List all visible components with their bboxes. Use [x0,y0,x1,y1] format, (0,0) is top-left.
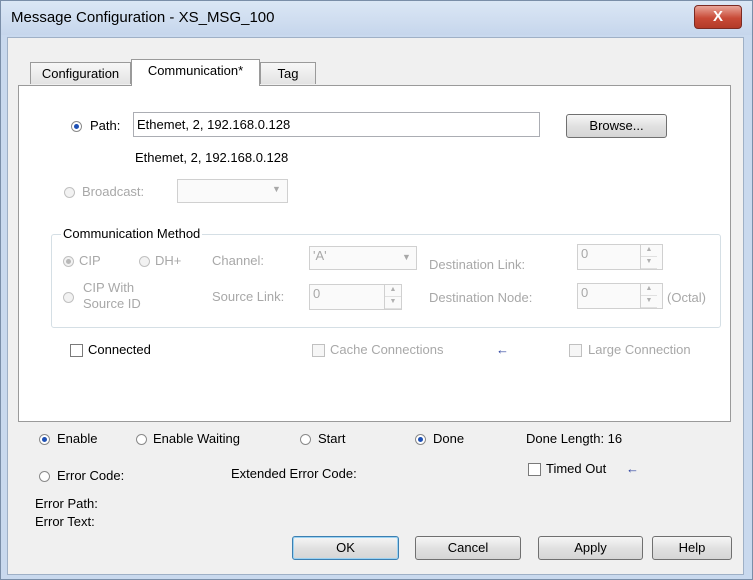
channel-select[interactable]: 'A' [309,246,417,270]
spin-down-icon[interactable]: ▼ [641,257,657,269]
cip-label: CIP [79,253,101,268]
path-input[interactable]: Ethemet, 2, 192.168.0.128 [133,112,540,137]
done-length-text: Done Length: 16 [526,431,623,446]
connected-checkbox[interactable] [70,344,83,357]
spin-down-icon[interactable]: ▼ [385,297,401,309]
tab-communication-label: Communication* [147,63,244,78]
ok-button[interactable]: OK [292,536,399,560]
cancel-button[interactable]: Cancel [415,536,521,560]
cache-connections-label: Cache Connections [330,342,444,357]
communication-method-label: Communication Method [61,226,203,241]
close-button[interactable]: X [694,5,742,29]
broadcast-label: Broadcast: [82,184,145,199]
channel-dropdown-arrow-icon: ▼ [402,252,411,262]
browse-button[interactable]: Browse... [566,114,667,138]
large-connection-label: Large Connection [588,342,691,357]
timed-out-checkbox [528,463,541,476]
destination-node-spinner[interactable]: ▲ ▼ [640,284,657,308]
error-code-status-radio [39,471,50,482]
source-link-label: Source Link: [212,289,285,304]
timed-out-label: Timed Out [546,461,607,476]
dhplus-radio[interactable] [139,256,150,267]
destination-link-label: Destination Link: [429,257,526,272]
destination-link-spinner[interactable]: ▲ ▼ [640,245,657,269]
window-title: Message Configuration - XS_MSG_100 [11,9,275,26]
broadcast-dropdown-arrow-icon: ▼ [272,184,281,194]
close-icon: X [712,8,723,25]
timed-out-arrow-left-icon: ← [626,461,639,476]
path-radio[interactable] [71,121,82,132]
start-label: Start [318,431,346,446]
cip-with-source-label-line2: Source ID [83,296,141,311]
arrow-left-icon: ← [496,342,509,357]
source-link-spinner[interactable]: ▲ ▼ [384,285,401,309]
connected-label: Connected [88,342,151,357]
error-path-label: Error Path: [35,496,98,511]
error-code-label: Error Code: [57,468,125,483]
title-bar[interactable]: Message Configuration - XS_MSG_100 X [1,1,752,35]
spin-down-icon[interactable]: ▼ [641,296,657,308]
spin-up-icon[interactable]: ▲ [641,284,657,296]
apply-button[interactable]: Apply [538,536,643,560]
dhplus-label: DH+ [155,253,182,268]
channel-label: Channel: [212,253,265,268]
broadcast-radio[interactable] [64,187,75,198]
path-label: Path: [90,118,121,133]
enable-waiting-status-radio [136,434,147,445]
done-label: Done [433,431,465,446]
tab-tag[interactable]: Tag [260,62,316,84]
octal-label: (Octal) [667,290,706,305]
enable-waiting-label: Enable Waiting [153,431,240,446]
cip-radio[interactable] [63,256,74,267]
help-button[interactable]: Help [652,536,732,560]
enable-label: Enable [57,431,98,446]
extended-error-code-label: Extended Error Code: [231,466,357,481]
error-text-label: Error Text: [35,514,95,529]
tab-configuration[interactable]: Configuration [30,62,131,84]
destination-node-label: Destination Node: [429,290,533,305]
path-resolved-text: Ethemet, 2, 192.168.0.128 [135,150,289,165]
tab-tag-label: Tag [277,66,299,81]
done-status-radio [415,434,426,445]
large-connection-checkbox[interactable] [569,344,582,357]
cip-with-source-radio[interactable] [63,292,74,303]
spin-up-icon[interactable]: ▲ [641,245,657,257]
start-status-radio [300,434,311,445]
tab-configuration-label: Configuration [41,66,120,81]
cache-connections-checkbox[interactable] [312,344,325,357]
enable-status-radio [39,434,50,445]
spin-up-icon[interactable]: ▲ [385,285,401,297]
tab-communication[interactable]: Communication* [131,59,260,86]
cip-with-source-label-line1: CIP With [83,280,135,295]
